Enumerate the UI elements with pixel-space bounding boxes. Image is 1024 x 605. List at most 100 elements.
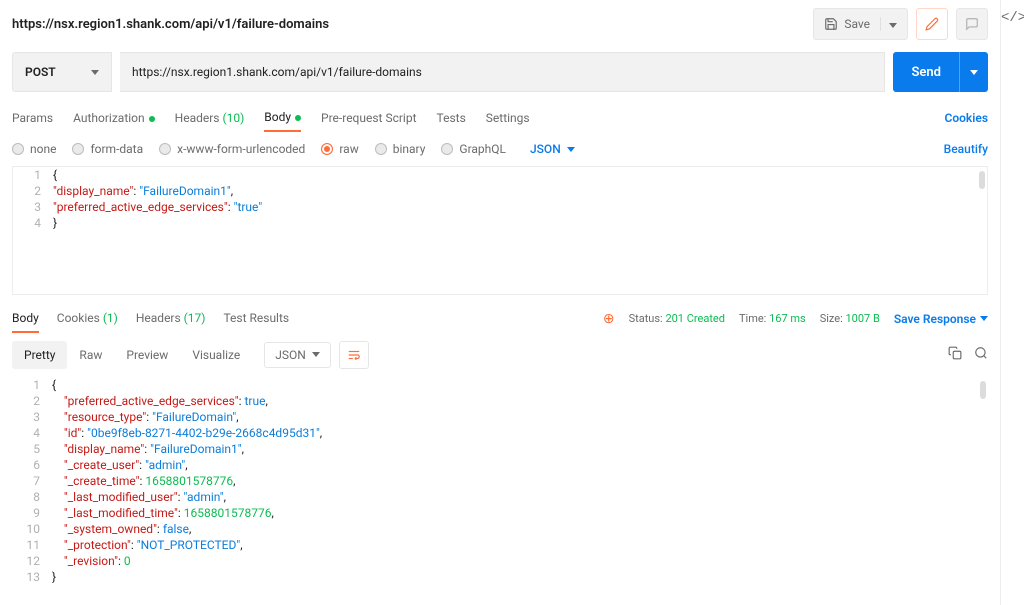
send-button[interactable]: Send	[893, 52, 988, 92]
line-number: 3	[12, 409, 52, 425]
view-pretty[interactable]: Pretty	[12, 341, 67, 369]
resp-tab-cookies[interactable]: Cookies (1)	[57, 305, 118, 333]
radio-form-data[interactable]: form-data	[72, 142, 143, 156]
beautify-link[interactable]: Beautify	[944, 142, 988, 156]
save-icon	[824, 17, 838, 31]
response-body-editor[interactable]: 1{2 "preferred_active_edge_services": tr…	[12, 377, 988, 605]
method-value: POST	[25, 65, 56, 79]
save-button[interactable]: Save	[813, 8, 908, 40]
time-value: 167 ms	[769, 312, 806, 325]
chevron-down-icon	[980, 316, 988, 321]
chevron-down-icon	[91, 70, 99, 75]
line-number: 11	[12, 537, 52, 553]
radio-binary[interactable]: binary	[375, 142, 426, 156]
radio-urlencoded[interactable]: x-www-form-urlencoded	[159, 142, 305, 156]
line-number: 1	[13, 167, 53, 183]
resp-tab-tests[interactable]: Test Results	[223, 305, 289, 333]
line-number: 9	[12, 505, 52, 521]
tab-body[interactable]: Body	[264, 104, 301, 132]
line-number: 3	[13, 199, 53, 215]
view-mode-row: Pretty Raw Preview Visualize JSON	[0, 333, 1000, 377]
wrap-icon	[347, 348, 361, 362]
radio-graphql[interactable]: GraphQL	[441, 142, 506, 156]
url-value: https://nsx.region1.shank.com/api/v1/fai…	[132, 65, 422, 79]
search-icon	[974, 346, 988, 360]
request-row: POST https://nsx.region1.shank.com/api/v…	[0, 48, 1000, 104]
response-format-select[interactable]: JSON	[264, 342, 331, 368]
send-label: Send	[893, 65, 959, 80]
line-number: 10	[12, 521, 52, 537]
tab-headers[interactable]: Headers (10)	[175, 105, 245, 131]
copy-button[interactable]	[948, 346, 962, 364]
code-panel-toggle[interactable]: </>	[1001, 10, 1023, 26]
wrap-lines-button[interactable]	[339, 341, 369, 369]
line-number: 7	[12, 473, 52, 489]
scroll-indicator	[979, 171, 985, 189]
status-value: 201 Created	[665, 312, 725, 325]
comment-button[interactable]	[956, 8, 988, 40]
pencil-icon	[925, 17, 939, 31]
body-format-select[interactable]: JSON	[530, 142, 575, 156]
code-content[interactable]: "display_name": "FailureDomain1",	[52, 441, 988, 457]
code-content[interactable]: "_last_modified_time": 1658801578776,	[52, 505, 988, 521]
tab-settings[interactable]: Settings	[486, 105, 530, 131]
line-number: 8	[12, 489, 52, 505]
code-content[interactable]: "preferred_active_edge_services": true,	[52, 393, 988, 409]
view-visualize[interactable]: Visualize	[180, 341, 252, 369]
network-icon[interactable]: ⊕	[603, 311, 615, 327]
line-number: 1	[12, 377, 52, 393]
tab-params[interactable]: Params	[12, 105, 53, 131]
line-number: 4	[12, 425, 52, 441]
tab-authorization[interactable]: Authorization	[73, 105, 155, 131]
code-content[interactable]: "id": "0be9f8eb-8271-4402-b29e-2668c4d95…	[52, 425, 988, 441]
code-content[interactable]: "resource_type": "FailureDomain",	[52, 409, 988, 425]
code-content[interactable]: {	[52, 377, 988, 393]
code-content[interactable]: "_last_modified_user": "admin",	[52, 489, 988, 505]
url-input[interactable]: https://nsx.region1.shank.com/api/v1/fai…	[120, 52, 885, 92]
chevron-down-icon	[567, 147, 575, 152]
edit-button[interactable]	[916, 8, 948, 40]
code-content[interactable]: "preferred_active_edge_services": "true"	[53, 199, 987, 215]
code-content[interactable]: "_revision": 0	[52, 553, 988, 569]
request-body-editor[interactable]: 1{2"display_name": "FailureDomain1",3"pr…	[12, 166, 988, 295]
view-raw[interactable]: Raw	[67, 341, 114, 369]
chevron-down-icon	[312, 352, 320, 357]
line-number: 4	[13, 215, 53, 231]
code-content[interactable]: }	[53, 215, 987, 231]
code-content[interactable]: "_protection": "NOT_PROTECTED",	[52, 537, 988, 553]
line-number: 2	[13, 183, 53, 199]
request-header: https://nsx.region1.shank.com/api/v1/fai…	[0, 0, 1000, 48]
save-label: Save	[844, 17, 870, 31]
method-select[interactable]: POST	[12, 52, 112, 92]
response-bar: Body Cookies (1) Headers (17) Test Resul…	[0, 295, 1000, 333]
save-response-button[interactable]: Save Response	[894, 312, 988, 326]
tab-tests[interactable]: Tests	[437, 105, 466, 131]
copy-icon	[948, 346, 962, 360]
line-number: 5	[12, 441, 52, 457]
search-button[interactable]	[974, 346, 988, 364]
save-dropdown[interactable]	[880, 17, 897, 31]
scroll-indicator	[980, 381, 986, 399]
size-value: 1007 B	[846, 312, 880, 325]
send-dropdown[interactable]	[959, 52, 988, 92]
comment-icon	[965, 17, 979, 31]
request-title: https://nsx.region1.shank.com/api/v1/fai…	[12, 17, 329, 32]
body-type-row: none form-data x-www-form-urlencoded raw…	[0, 132, 1000, 166]
resp-tab-body[interactable]: Body	[12, 305, 39, 333]
cookies-link[interactable]: Cookies	[944, 111, 988, 125]
tab-prerequest[interactable]: Pre-request Script	[321, 105, 416, 131]
code-content[interactable]: "display_name": "FailureDomain1",	[53, 183, 987, 199]
radio-none[interactable]: none	[12, 142, 56, 156]
code-content[interactable]: {	[53, 167, 987, 183]
view-preview[interactable]: Preview	[114, 341, 180, 369]
request-tabs-row: Params Authorization Headers (10) Body P…	[0, 104, 1000, 132]
line-number: 6	[12, 457, 52, 473]
code-content[interactable]: "_create_time": 1658801578776,	[52, 473, 988, 489]
code-content[interactable]: "_create_user": "admin",	[52, 457, 988, 473]
code-content[interactable]: }	[52, 569, 988, 585]
radio-raw[interactable]: raw	[321, 142, 358, 156]
resp-tab-headers[interactable]: Headers (17)	[136, 305, 206, 333]
line-number: 13	[12, 569, 52, 585]
code-content[interactable]: "_system_owned": false,	[52, 521, 988, 537]
line-number: 12	[12, 553, 52, 569]
